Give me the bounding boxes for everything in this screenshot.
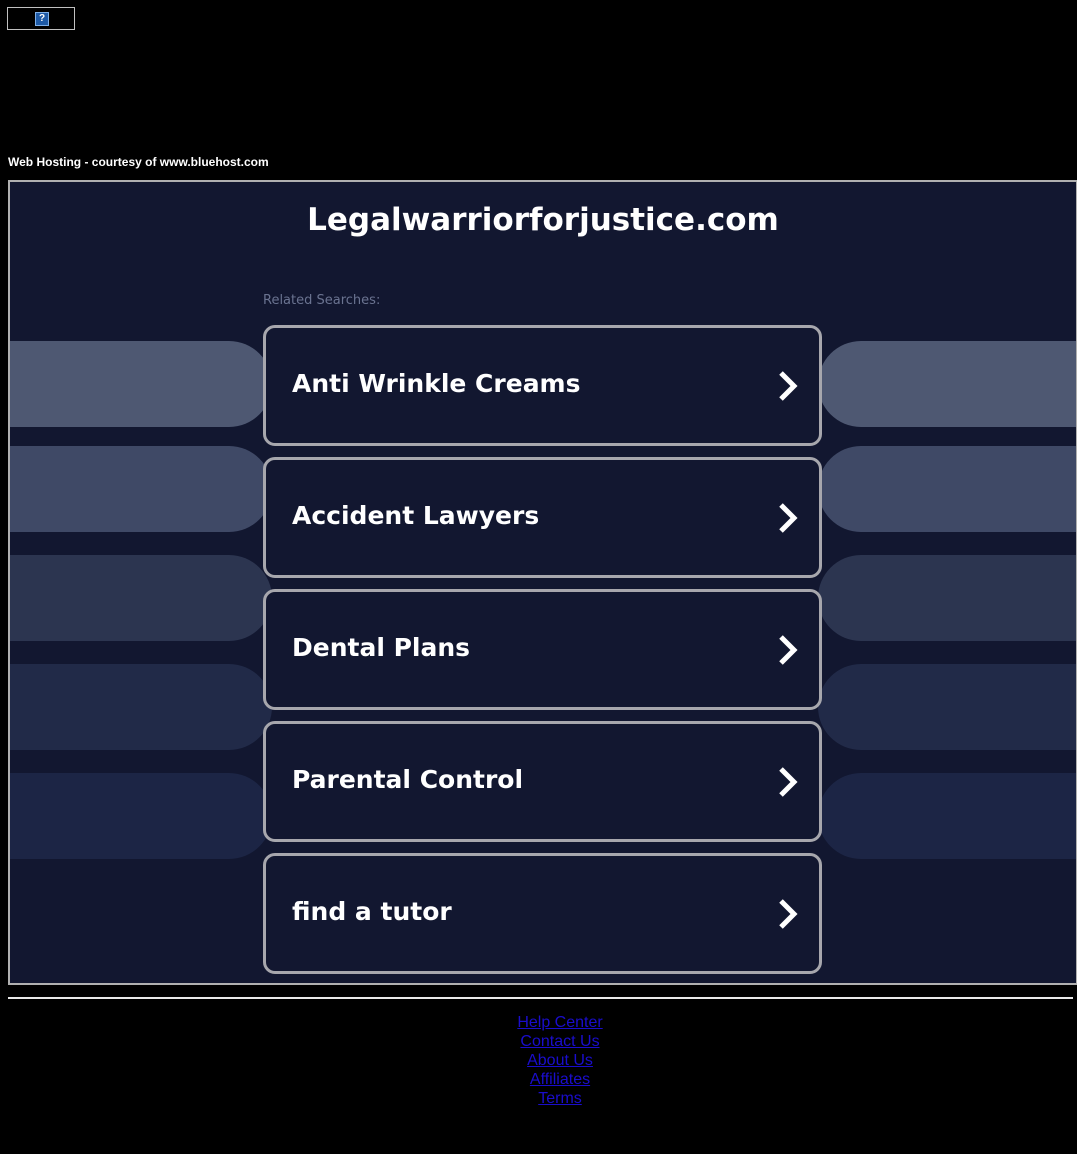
- decorative-pill-right: [818, 773, 1076, 859]
- chevron-right-icon: [779, 371, 798, 401]
- search-link-dental-plans[interactable]: Dental Plans: [263, 589, 822, 710]
- decorative-pill-right: [818, 664, 1076, 750]
- footer-divider: [8, 997, 1073, 999]
- hosting-note: Web Hosting - courtesy of www.bluehost.c…: [8, 155, 269, 169]
- footer-links: Help Center Contact Us About Us Affiliat…: [0, 1013, 1077, 1108]
- decorative-pill-right: [818, 446, 1076, 532]
- search-link-label: Parental Control: [292, 765, 524, 794]
- help-center-link[interactable]: Help Center: [517, 1013, 602, 1032]
- chevron-right-icon: [779, 503, 798, 533]
- decorative-pill-left: [10, 773, 272, 859]
- search-link-find-a-tutor[interactable]: find a tutor: [263, 853, 822, 974]
- contact-us-link[interactable]: Contact Us: [520, 1032, 599, 1051]
- decorative-pill-left: [10, 555, 272, 641]
- search-link-label: Dental Plans: [292, 633, 471, 662]
- decorative-pill-right: [818, 341, 1076, 427]
- search-link-parental-control[interactable]: Parental Control: [263, 721, 822, 842]
- terms-link[interactable]: Terms: [538, 1089, 582, 1108]
- chevron-right-icon: [779, 899, 798, 929]
- search-link-label: find a tutor: [292, 897, 452, 926]
- site-title: Legalwarriorforjustice.com: [307, 202, 779, 238]
- decorative-pill-left: [10, 664, 272, 750]
- search-link-accident-lawyers[interactable]: Accident Lawyers: [263, 457, 822, 578]
- chevron-right-icon: [779, 767, 798, 797]
- search-link-label: Anti Wrinkle Creams: [292, 369, 581, 398]
- chevron-right-icon: [779, 635, 798, 665]
- decorative-pill-right: [818, 555, 1076, 641]
- related-searches-label: Related Searches:: [263, 293, 381, 308]
- decorative-pill-left: [10, 446, 272, 532]
- ad-placeholder[interactable]: ?: [7, 7, 75, 30]
- search-link-label: Accident Lawyers: [292, 501, 540, 530]
- search-link-anti-wrinkle-creams[interactable]: Anti Wrinkle Creams: [263, 325, 822, 446]
- question-mark-icon: ?: [35, 12, 49, 26]
- decorative-pill-left: [10, 341, 272, 427]
- affiliates-link[interactable]: Affiliates: [530, 1070, 590, 1089]
- page: ? Web Hosting - courtesy of www.bluehost…: [0, 0, 1077, 1154]
- about-us-link[interactable]: About Us: [527, 1051, 593, 1070]
- domain-panel: Legalwarriorforjustice.com Related Searc…: [8, 180, 1077, 985]
